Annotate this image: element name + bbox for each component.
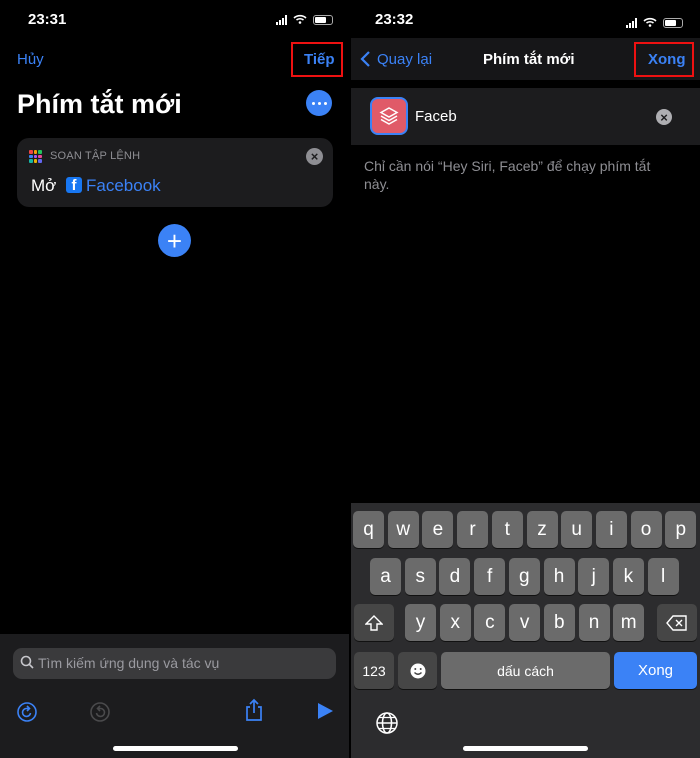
search-icon	[20, 655, 34, 674]
redo-icon[interactable]	[89, 701, 111, 728]
key-w[interactable]: w	[387, 511, 419, 548]
facebook-icon: f	[66, 177, 82, 193]
battery-icon	[663, 18, 683, 28]
signal-icon	[626, 18, 637, 28]
key-s[interactable]: s	[404, 558, 436, 595]
plus-icon: +	[166, 225, 183, 256]
close-icon: ×	[660, 109, 668, 125]
right-screen: 23:32 Quay lại Phím tắt mới Xong Faceb ×…	[351, 0, 700, 758]
key-j[interactable]: j	[578, 558, 610, 595]
remove-action-button[interactable]: ×	[306, 148, 323, 165]
key-b[interactable]: b	[543, 604, 575, 641]
backspace-key[interactable]	[657, 604, 697, 641]
key-k[interactable]: k	[612, 558, 644, 595]
emoji-key[interactable]	[398, 652, 437, 689]
signal-icon	[276, 15, 287, 25]
status-icons	[626, 14, 683, 32]
shortcut-glyph-icon[interactable]	[370, 97, 408, 135]
undo-icon[interactable]	[16, 701, 38, 728]
wifi-icon	[643, 14, 657, 32]
more-options-button[interactable]	[306, 90, 332, 116]
key-d[interactable]: d	[439, 558, 471, 595]
card-header: SOẠN TẬP LỆNH	[50, 150, 141, 162]
shift-key[interactable]	[354, 604, 394, 641]
key-u[interactable]: u	[561, 511, 593, 548]
play-icon[interactable]	[316, 702, 334, 725]
left-screen: 23:31 Hủy Tiếp Phím tắt mới SOẠN TẬP LỆN…	[0, 0, 349, 758]
siri-hint: Chỉ cần nói “Hey Siri, Faceb” để chạy ph…	[364, 158, 651, 192]
key-l[interactable]: l	[647, 558, 679, 595]
close-icon: ×	[310, 149, 319, 164]
status-icons	[276, 14, 333, 26]
key-o[interactable]: o	[630, 511, 662, 548]
key-f[interactable]: f	[474, 558, 506, 595]
ellipsis-icon	[311, 101, 327, 105]
return-key[interactable]: Xong	[614, 652, 697, 689]
chevron-left-icon[interactable]	[360, 50, 371, 73]
keyboard: qwertzuiop asdfghjkl yxcvbnm 123 dấu các…	[351, 503, 700, 758]
key-a[interactable]: a	[370, 558, 401, 595]
key-t[interactable]: t	[491, 511, 523, 548]
scripting-icon	[29, 150, 42, 163]
key-h[interactable]: h	[543, 558, 575, 595]
search-placeholder: Tìm kiếm ứng dụng và tác vụ	[38, 655, 220, 671]
done-button[interactable]: Xong	[648, 51, 686, 68]
numbers-key[interactable]: 123	[354, 652, 394, 689]
key-x[interactable]: x	[439, 604, 471, 641]
search-input[interactable]: Tìm kiếm ứng dụng và tác vụ	[13, 648, 336, 679]
app-name[interactable]: Facebook	[86, 176, 161, 196]
key-g[interactable]: g	[508, 558, 540, 595]
wifi-icon	[293, 14, 307, 26]
key-p[interactable]: p	[665, 511, 697, 548]
nav-bar: Quay lại Phím tắt mới Xong	[351, 38, 700, 80]
status-time: 23:31	[28, 11, 67, 28]
page-title: Phím tắt mới	[17, 89, 182, 119]
key-e[interactable]: e	[422, 511, 454, 548]
key-i[interactable]: i	[595, 511, 627, 548]
share-icon[interactable]	[244, 698, 264, 727]
key-r[interactable]: r	[457, 511, 489, 548]
key-n[interactable]: n	[578, 604, 610, 641]
key-y[interactable]: y	[405, 604, 436, 641]
clear-text-button[interactable]: ×	[656, 109, 672, 125]
status-time: 23:32	[375, 11, 414, 28]
action-card[interactable]: SOẠN TẬP LỆNH × Mở f Facebook	[17, 138, 333, 207]
home-indicator	[463, 746, 588, 751]
space-key[interactable]: dấu cách	[441, 652, 610, 689]
bottom-sheet: Tìm kiếm ứng dụng và tác vụ	[0, 634, 349, 758]
shortcut-name-input[interactable]: Faceb	[415, 108, 457, 125]
key-c[interactable]: c	[474, 604, 506, 641]
shortcut-name-row: Faceb ×	[351, 88, 700, 145]
nav-title: Phím tắt mới	[483, 51, 575, 68]
key-m[interactable]: m	[613, 604, 645, 641]
action-verb: Mở	[31, 176, 57, 195]
key-q[interactable]: q	[353, 511, 384, 548]
add-action-button[interactable]: +	[158, 224, 191, 257]
next-button[interactable]: Tiếp	[304, 51, 335, 68]
cancel-button[interactable]: Hủy	[17, 51, 44, 68]
key-z[interactable]: z	[526, 511, 558, 548]
home-indicator	[113, 746, 238, 751]
globe-icon[interactable]	[375, 711, 399, 740]
key-v[interactable]: v	[509, 604, 541, 641]
battery-icon	[313, 15, 333, 25]
back-button[interactable]: Quay lại	[377, 51, 432, 68]
